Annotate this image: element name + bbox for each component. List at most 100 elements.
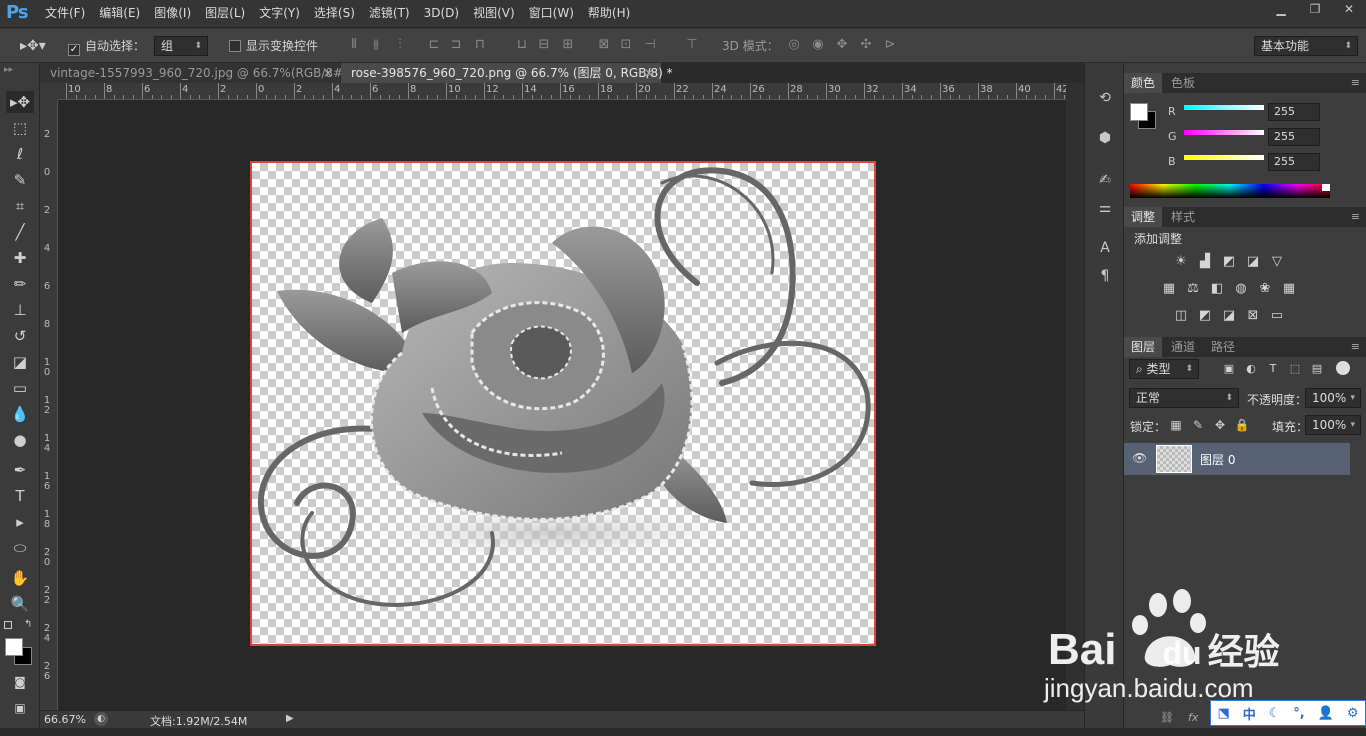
gradient-map-icon[interactable]: ▭	[1268, 308, 1286, 324]
type-tool-icon[interactable]: T	[6, 485, 34, 507]
menu-item-10[interactable]: 帮助(H)	[581, 0, 637, 28]
quick-mask-icon[interactable]: ◙	[6, 671, 34, 693]
menu-item-0[interactable]: 文件(F)	[38, 0, 92, 28]
curves-icon[interactable]: ◩	[1220, 254, 1238, 270]
lasso-tool-icon[interactable]: ℓ	[6, 143, 34, 165]
toolbox-collapse-icon[interactable]: ▸▸	[4, 65, 13, 75]
filter-shape-icon[interactable]: ⬚	[1286, 361, 1304, 377]
tab-rose[interactable]: rose-398576_960_720.png @ 66.7% (图层 0, R…	[341, 63, 673, 83]
b-slider[interactable]	[1184, 155, 1264, 160]
foreground-color-swatch[interactable]	[5, 638, 23, 656]
r-slider[interactable]	[1184, 105, 1264, 110]
align-icon-8[interactable]: ⊞	[560, 37, 576, 53]
quick-select-tool-icon[interactable]: ✎	[6, 169, 34, 191]
align-icon-5[interactable]: ⊓	[472, 37, 488, 53]
ime-logo-icon[interactable]: ⬔	[1217, 706, 1229, 721]
history-brush-tool-icon[interactable]: ↺	[6, 325, 34, 347]
menu-item-4[interactable]: 文字(Y)	[252, 0, 307, 28]
hand-tool-icon[interactable]: ✋	[6, 567, 34, 589]
clone-stamp-tool-icon[interactable]: ⊥	[6, 299, 34, 321]
lock-position-icon[interactable]: ✥	[1212, 417, 1228, 433]
ime-settings-icon[interactable]: ⚙	[1347, 706, 1359, 721]
exposure-icon[interactable]: ◪	[1244, 254, 1262, 270]
visibility-eye-icon[interactable]: 👁	[1132, 451, 1147, 465]
close-tab-icon[interactable]: ×	[644, 63, 654, 83]
align-icon-2[interactable]: ⫶	[392, 37, 408, 53]
align-icon-12[interactable]: ⊤	[684, 37, 700, 53]
3d-slide-icon[interactable]: ✣	[858, 37, 874, 53]
panel-menu-icon[interactable]: ≡	[1351, 340, 1360, 353]
g-value[interactable]: 255	[1268, 128, 1320, 146]
tab-styles[interactable]: 样式	[1164, 207, 1202, 227]
3d-panel-icon[interactable]: ⬢	[1096, 129, 1114, 147]
document-canvas[interactable]	[250, 161, 876, 646]
vibrance-icon[interactable]: ▽	[1268, 254, 1286, 270]
minimize-icon[interactable]: ▁	[1264, 0, 1298, 20]
gradient-tool-icon[interactable]: ▭	[6, 377, 34, 399]
3d-pan-icon[interactable]: ✥	[834, 37, 850, 53]
zoom-tool-icon[interactable]: 🔍	[6, 593, 34, 615]
layer-filter-dropdown[interactable]: ⌕ 类型 ⬍	[1129, 359, 1199, 379]
eyedropper-tool-icon[interactable]: ╱	[6, 221, 34, 243]
dodge-tool-icon[interactable]: ●	[6, 429, 34, 451]
filter-type-icon[interactable]: T	[1264, 361, 1282, 377]
ruler-origin[interactable]	[40, 83, 58, 100]
3d-rotate-icon[interactable]: ◎	[786, 37, 802, 53]
lock-transparent-icon[interactable]: ▦	[1168, 417, 1184, 433]
menu-item-2[interactable]: 图像(I)	[147, 0, 198, 28]
black-white-icon[interactable]: ◧	[1208, 281, 1226, 297]
ime-mode[interactable]: 中	[1243, 704, 1256, 723]
align-icon-6[interactable]: ⊔	[514, 37, 530, 53]
status-info-icon[interactable]: ◐	[94, 712, 108, 726]
path-select-tool-icon[interactable]: ▸	[6, 511, 34, 533]
color-spectrum[interactable]	[1130, 184, 1330, 198]
align-icon-10[interactable]: ⊡	[618, 37, 634, 53]
pen-tool-icon[interactable]: ✒	[6, 459, 34, 481]
brush-presets-icon[interactable]: ⚌	[1096, 199, 1114, 217]
screen-mode-icon[interactable]: ▣	[6, 697, 34, 719]
ime-punct-icon[interactable]: °,	[1293, 706, 1304, 721]
menu-item-9[interactable]: 窗口(W)	[522, 0, 581, 28]
posterize-icon[interactable]: ◩	[1196, 308, 1214, 324]
tab-channels[interactable]: 通道	[1164, 337, 1202, 357]
brightness-icon[interactable]: ☀	[1172, 254, 1190, 270]
tab-vintage[interactable]: vintage-1557993_960_720.jpg @ 66.7%(RGB/…	[40, 63, 348, 83]
brush-tool-icon[interactable]: ✏	[6, 273, 34, 295]
status-menu-arrow-icon[interactable]: ▶	[286, 711, 298, 727]
align-icon-4[interactable]: ⊐	[448, 37, 464, 53]
color-balance-icon[interactable]: ⚖	[1184, 281, 1202, 297]
restore-icon[interactable]: ❐	[1298, 0, 1332, 20]
layer-name[interactable]: 图层 0	[1200, 451, 1235, 468]
invert-icon[interactable]: ◫	[1172, 308, 1190, 324]
menu-item-3[interactable]: 图层(L)	[198, 0, 252, 28]
tab-color[interactable]: 颜色	[1124, 73, 1163, 93]
align-icon-3[interactable]: ⊏	[426, 37, 442, 53]
character-panel-icon[interactable]: A	[1096, 239, 1114, 257]
tab-adjustments[interactable]: 调整	[1124, 207, 1163, 227]
g-slider[interactable]	[1184, 130, 1264, 135]
tab-layers[interactable]: 图层	[1124, 337, 1163, 357]
layer-row[interactable]: 👁 图层 0	[1124, 443, 1350, 475]
show-transform-checkbox[interactable]: 显示变换控件	[229, 36, 318, 56]
3d-scale-icon[interactable]: ⊳	[882, 37, 898, 53]
panel-fg-swatch[interactable]	[1130, 103, 1148, 121]
threshold-icon[interactable]: ◪	[1220, 308, 1238, 324]
eraser-tool-icon[interactable]: ◪	[6, 351, 34, 373]
filter-toggle-icon[interactable]	[1336, 361, 1350, 375]
close-icon[interactable]: ✕	[1332, 0, 1366, 20]
3d-roll-icon[interactable]: ◉	[810, 37, 826, 53]
auto-select-dropdown[interactable]: 组 ⬍	[154, 36, 208, 56]
tab-paths[interactable]: 路径	[1204, 337, 1242, 357]
healing-brush-tool-icon[interactable]: ✚	[6, 247, 34, 269]
photo-filter-icon[interactable]: ◍	[1232, 281, 1250, 297]
menu-item-6[interactable]: 滤镜(T)	[362, 0, 417, 28]
history-panel-icon[interactable]: ⟲	[1096, 89, 1114, 107]
r-value[interactable]: 255	[1268, 103, 1320, 121]
tab-swatches[interactable]: 色板	[1164, 73, 1202, 93]
filter-pixel-icon[interactable]: ▣	[1220, 361, 1238, 377]
menu-item-7[interactable]: 3D(D)	[417, 0, 466, 28]
close-tab-icon[interactable]: ×	[323, 63, 333, 83]
fx-icon[interactable]: fx	[1188, 711, 1198, 724]
brush-panel-icon[interactable]: ✍	[1096, 171, 1114, 189]
ellipse-tool-icon[interactable]: ⬭	[6, 537, 34, 559]
